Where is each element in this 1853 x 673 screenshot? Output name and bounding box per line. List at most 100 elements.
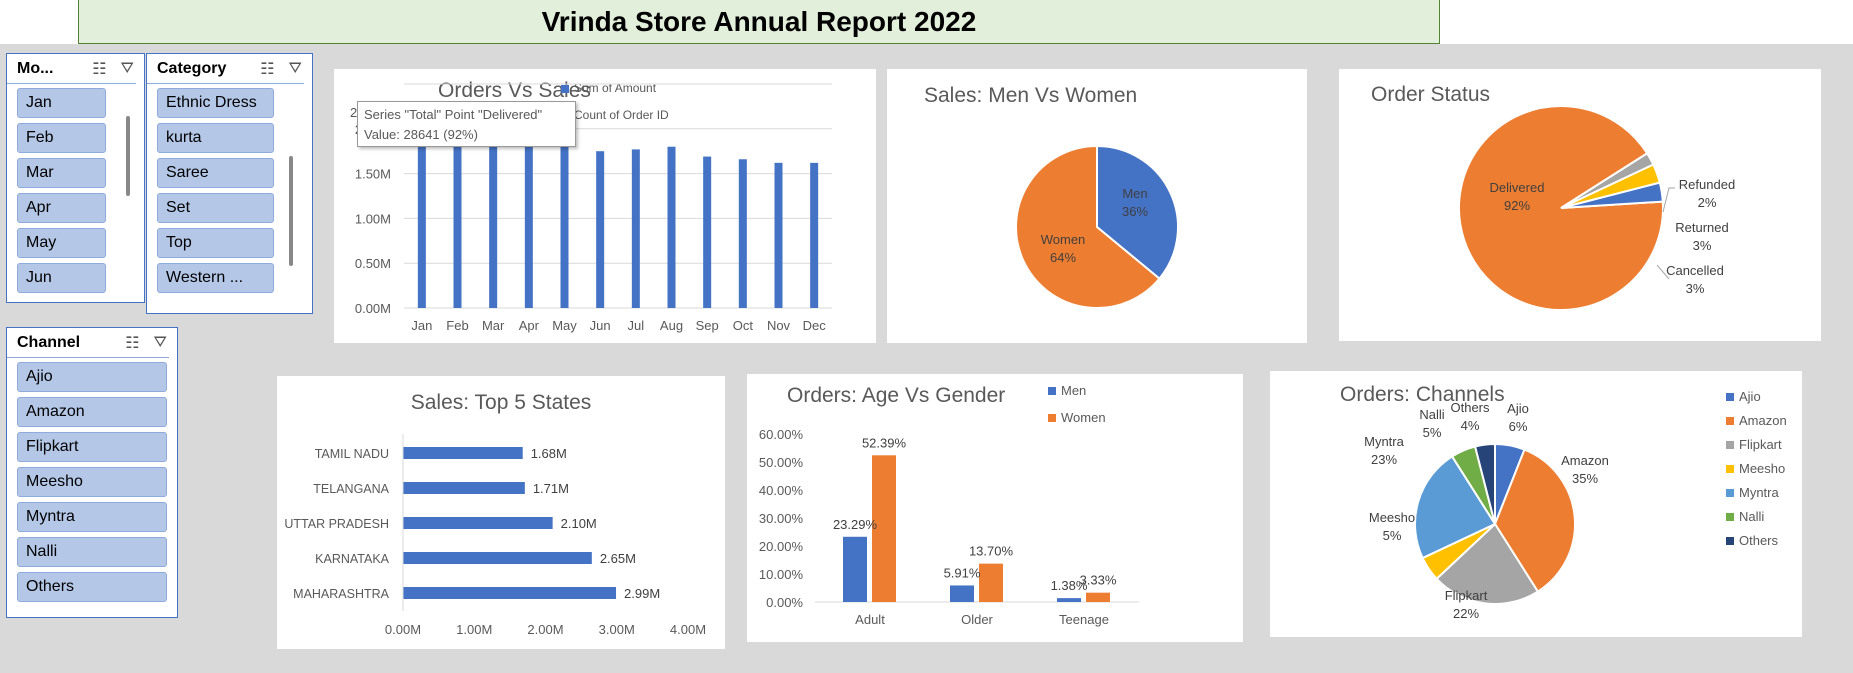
month-slicer-item[interactable]: Apr — [17, 193, 106, 223]
category-slicer-item[interactable]: Set — [157, 193, 274, 223]
month-slicer[interactable]: Mo... ☷ ⛛ Jan Feb Mar Apr May Jun — [6, 53, 145, 303]
legend-swatch — [1726, 417, 1734, 425]
x-tick-label: Feb — [446, 318, 468, 333]
y-tick-label: 20.00% — [759, 539, 804, 554]
legend-label: Flipkart — [1739, 437, 1782, 452]
month-slicer-item[interactable]: Jan — [17, 88, 106, 118]
channel-slicer-item[interactable]: Myntra — [17, 502, 167, 532]
y-tick-label: 40.00% — [759, 483, 804, 498]
category-slicer-item[interactable]: Western ... — [157, 263, 274, 293]
channel-slicer-item[interactable]: Others — [17, 572, 167, 602]
pie-label: Meesho — [1369, 510, 1415, 525]
y-tick-label: MAHARASHTRA — [293, 587, 390, 601]
pie-label: Others — [1450, 400, 1490, 415]
x-tick-label: Mar — [482, 318, 505, 333]
order-status-chart: Order Status Delivered 92% Refunded 2% Return… — [1371, 83, 1735, 311]
sales-gender-card[interactable]: Sales: Men Vs Women Men 36% Women 64% — [887, 69, 1307, 343]
bar — [631, 149, 640, 308]
legend-swatch-sum-of-amount — [561, 85, 569, 93]
multi-select-icon[interactable]: ☷ — [125, 333, 139, 353]
month-slicer-title: Mo... — [17, 59, 54, 77]
pie-label: Nalli — [1419, 407, 1444, 422]
month-slicer-item[interactable]: Feb — [17, 123, 106, 153]
channel-slicer-item[interactable]: Meesho — [17, 467, 167, 497]
data-label: 1.68M — [531, 446, 567, 461]
legend-label-women: Women — [1061, 410, 1106, 425]
bar — [417, 144, 426, 308]
bar-women — [979, 563, 1003, 602]
category-slicer-item[interactable]: Top — [157, 228, 274, 258]
x-tick-label: Nov — [767, 318, 791, 333]
y-tick-label: 60.00% — [759, 427, 804, 442]
month-slicer-items: Jan Feb Mar Apr May Jun — [7, 84, 144, 293]
x-tick-label: Sep — [696, 318, 719, 333]
pie-percent: 22% — [1453, 606, 1479, 621]
channels-chart: Orders: ChannelsAjio6%Amazon35%Flipkart2… — [1340, 383, 1787, 621]
month-slicer-item[interactable]: Jun — [17, 263, 106, 293]
legend-swatch — [1726, 465, 1734, 473]
channel-slicer[interactable]: Channel ☷ ⛛ Ajio Amazon Flipkart Meesho Mynt… — [6, 327, 178, 618]
order-status-card[interactable]: Order Status Delivered 92% Refunded 2% Return… — [1339, 69, 1821, 341]
category-slicer-items: Ethnic Dress kurta Saree Set Top Western ... — [147, 84, 312, 293]
month-slicer-scrollbar[interactable] — [126, 116, 130, 196]
category-slicer-item[interactable]: Saree — [157, 158, 274, 188]
x-tick-label: Oct — [733, 318, 754, 333]
data-label: 5.91% — [944, 565, 981, 580]
category-slicer-item[interactable]: Ethnic Dress — [157, 88, 274, 118]
x-tick-label: 2.00M — [527, 622, 563, 637]
legend-label: Meesho — [1739, 461, 1785, 476]
clear-filter-icon[interactable]: ⛛ — [121, 60, 134, 78]
pie-percent: 3% — [1693, 238, 1712, 253]
y-tick-label: UTTAR PRADESH — [284, 517, 389, 531]
pie-percent: 92% — [1504, 198, 1530, 213]
chart-title: Sales: Top 5 States — [411, 391, 592, 414]
channel-slicer-item[interactable]: Flipkart — [17, 432, 167, 462]
pie-percent: 23% — [1371, 452, 1397, 467]
category-slicer[interactable]: Category ☷ ⛛ Ethnic Dress kurta Saree Set To… — [146, 53, 313, 314]
pie-label: Myntra — [1364, 434, 1405, 449]
pie-label: Cancelled — [1666, 263, 1724, 278]
channel-slicer-item[interactable]: Nalli — [17, 537, 167, 567]
pie-percent: 6% — [1509, 419, 1528, 434]
age-gender-card[interactable]: Orders: Age Vs Gender Men Women 0.00% 10.00%… — [747, 374, 1243, 642]
bar — [403, 552, 592, 564]
clear-filter-icon[interactable]: ⛛ — [154, 334, 167, 352]
category-slicer-item[interactable]: kurta — [157, 123, 274, 153]
x-tick-label: Teenage — [1059, 612, 1109, 627]
clear-filter-icon[interactable]: ⛛ — [289, 60, 302, 78]
month-slicer-item[interactable]: Mar — [17, 158, 106, 188]
bar — [774, 162, 783, 308]
top-states-chart: Sales: Top 5 States TAMIL NADU 1.68M TELANG… — [284, 391, 706, 637]
pie-percent: 5% — [1423, 425, 1442, 440]
bar — [403, 447, 523, 459]
bar — [453, 139, 462, 308]
multi-select-icon[interactable]: ☷ — [92, 59, 106, 79]
data-label: 2.99M — [624, 586, 660, 601]
multi-select-icon[interactable]: ☷ — [260, 59, 274, 79]
leader-line — [1662, 187, 1675, 213]
top-states-card[interactable]: Sales: Top 5 States TAMIL NADU 1.68M TELANG… — [277, 376, 725, 649]
pie-percent: 35% — [1572, 471, 1598, 486]
channel-slicer-item[interactable]: Ajio — [17, 362, 167, 392]
bar-men — [843, 536, 867, 602]
pie-label: Delivered — [1490, 180, 1545, 195]
bar — [738, 159, 747, 308]
sales-gender-chart: Sales: Men Vs Women Men 36% Women 64% — [924, 84, 1179, 309]
channels-card[interactable]: Orders: Channels Ajio 6% Amazon 35% Flipkart 2… — [1270, 371, 1802, 637]
x-tick-label: Dec — [803, 318, 827, 333]
x-tick-label: 4.00M — [670, 622, 706, 637]
x-tick-label: Apr — [519, 318, 540, 333]
report-title-banner: Vrinda Store Annual Report 2022 — [78, 0, 1440, 44]
data-label: 3.33% — [1080, 573, 1117, 588]
category-slicer-scrollbar[interactable] — [289, 156, 293, 266]
pie-percent: 36% — [1122, 204, 1148, 219]
legend-label: Amazon — [1739, 413, 1787, 428]
bar — [403, 517, 553, 529]
bar-men — [1057, 598, 1081, 602]
legend-swatch — [1726, 513, 1734, 521]
month-slicer-item[interactable]: May — [17, 228, 106, 258]
age-gender-chart: Orders: Age Vs Gender Men Women 0.00% 10.00%… — [759, 383, 1139, 627]
legend-label: Nalli — [1739, 509, 1764, 524]
channel-slicer-item[interactable]: Amazon — [17, 397, 167, 427]
legend-label: Ajio — [1739, 389, 1761, 404]
